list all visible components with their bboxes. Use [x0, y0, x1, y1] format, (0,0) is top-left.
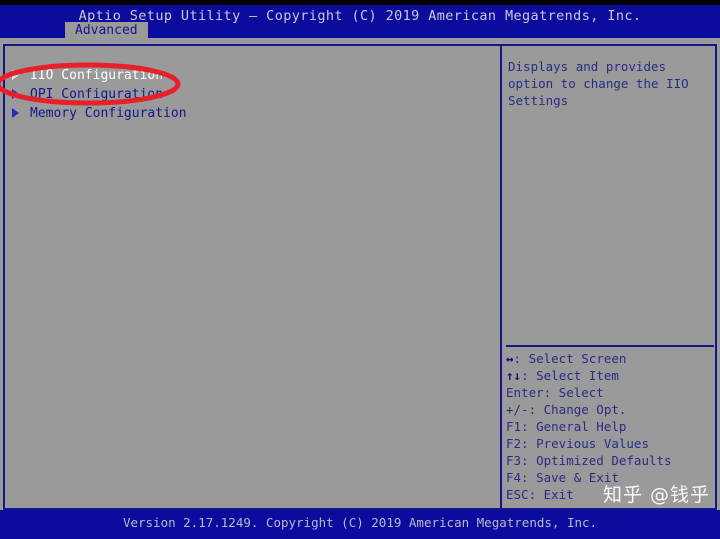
- triangle-right-icon: [12, 108, 19, 118]
- menu-item-memory-configuration[interactable]: Memory Configuration: [6, 104, 486, 123]
- settings-menu: IIO Configuration QPI Configuration Memo…: [6, 66, 486, 123]
- key-legend-enter: Enter: Select: [506, 385, 604, 400]
- help-panel: Displays and provides option to change t…: [508, 58, 712, 109]
- version-text: Version 2.17.1249. Copyright (C) 2019 Am…: [122, 515, 598, 530]
- menu-item-iio-configuration[interactable]: IIO Configuration: [6, 66, 486, 85]
- version-bar: Version 2.17.1249. Copyright (C) 2019 Am…: [0, 510, 720, 539]
- key-legend-f2-previous-values: F2: Previous Values: [506, 436, 649, 451]
- menu-item-qpi-configuration[interactable]: QPI Configuration: [6, 85, 486, 104]
- help-line: Settings: [508, 93, 569, 108]
- panel-divider: [500, 44, 502, 510]
- bios-setup-screen: Aptio Setup Utility – Copyright (C) 2019…: [0, 0, 720, 539]
- tab-bar: Advanced: [0, 22, 720, 40]
- arrow-leftright-icon: ↔: [506, 351, 514, 366]
- key-legend-select-screen: ↔: Select Screen: [506, 350, 716, 367]
- watermark: 知乎 @钱乎: [602, 484, 710, 506]
- key-legend-change-opt: +/-: Change Opt.: [506, 402, 627, 417]
- arrow-updown-icon: ↑↓: [506, 368, 522, 383]
- help-line: Displays and provides: [508, 59, 667, 74]
- triangle-right-icon: [12, 89, 19, 99]
- menu-item-label: Memory Configuration: [30, 106, 187, 121]
- menu-item-label: QPI Configuration: [30, 87, 164, 102]
- tab-advanced[interactable]: Advanced: [65, 22, 148, 40]
- triangle-right-icon: [12, 70, 19, 80]
- key-legend-f3-optimized-defaults: F3: Optimized Defaults: [506, 453, 672, 468]
- key-legend-label: : Select Screen: [513, 351, 627, 366]
- menu-item-label: IIO Configuration: [30, 68, 164, 83]
- key-legend-f1-general-help: F1: General Help: [506, 419, 627, 434]
- key-legend-select-item: ↑↓: Select Item: [506, 367, 716, 384]
- key-legend-label: : Select Item: [521, 368, 619, 383]
- help-line: option to change the IIO: [508, 76, 689, 91]
- help-separator: [506, 345, 714, 347]
